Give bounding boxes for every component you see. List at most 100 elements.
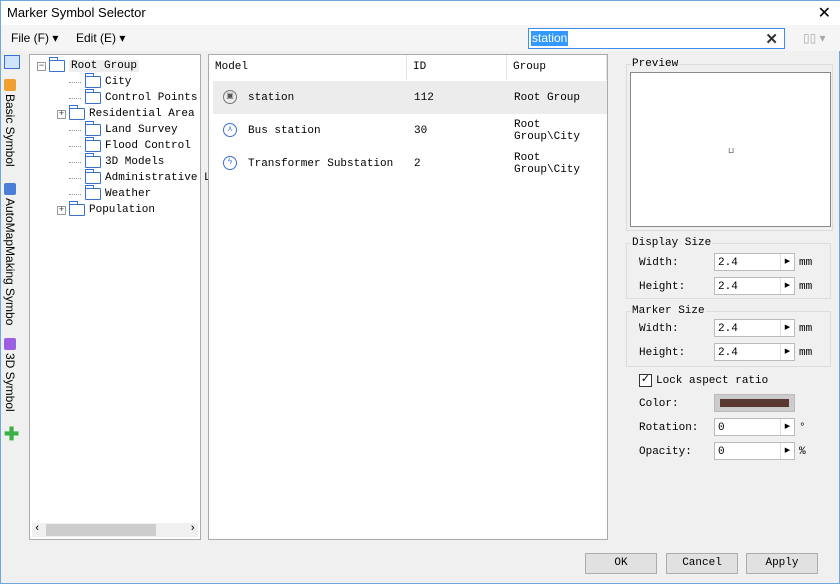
tab-automapmaking-symbol[interactable]: AutoMapMaking Symbo [3, 183, 17, 325]
bus-station-icon: ⋏ [223, 123, 237, 137]
clear-search-icon[interactable]: ✕ [765, 30, 778, 48]
table-row[interactable]: ⋏ Bus station 30 Root Group\City [213, 114, 607, 147]
spin-arrow-icon[interactable]: ▶ [780, 278, 794, 294]
tab-label: AutoMapMaking Symbo [3, 198, 17, 326]
tree-node[interactable]: Control Points [69, 89, 198, 106]
opacity-label: Opacity: [639, 446, 692, 458]
apply-button[interactable]: Apply [746, 553, 818, 574]
spin-arrow-icon[interactable]: ▶ [780, 254, 794, 270]
display-width-label: Width: [639, 257, 679, 269]
marker-height-spinner[interactable]: 2.4 ▶ [714, 343, 795, 361]
display-width-unit: mm [799, 257, 813, 269]
tree-node-label: Control Points [105, 92, 198, 104]
tree-line [69, 177, 81, 179]
spin-arrow-icon[interactable]: ▶ [780, 419, 794, 435]
marker-width-spinner[interactable]: 2.4 ▶ [714, 319, 795, 337]
tab-3d-symbol[interactable]: 3D Symbol [3, 338, 17, 412]
horizontal-scrollbar[interactable]: ‹ › [32, 523, 198, 537]
tree-node[interactable]: + Population [57, 201, 156, 218]
cancel-button[interactable]: Cancel [666, 553, 738, 574]
expand-icon[interactable]: + [57, 205, 66, 215]
display-height-spinner[interactable]: 2.4 ▶ [714, 277, 795, 295]
color-swatch [720, 399, 789, 407]
tree-line [69, 81, 81, 83]
search-box[interactable]: station ✕ [528, 28, 785, 49]
marker-size-label: Marker Size [632, 305, 705, 317]
column-header-id[interactable]: ID [407, 55, 507, 80]
group-tree: − Root Group City Control Points + Residenti… [29, 54, 224, 540]
table-row[interactable]: ▣ station 112 Root Group [213, 81, 607, 114]
tree-node[interactable]: Flood Control [69, 137, 191, 154]
color-picker[interactable] [714, 394, 795, 412]
opacity-unit: % [799, 446, 806, 458]
opacity-input[interactable]: 0 [718, 445, 778, 459]
tree-line [69, 145, 81, 147]
tree-node-label: 3D Models [105, 156, 165, 168]
title-bar: Marker Symbol Selector ✕ [1, 1, 840, 25]
spin-arrow-icon[interactable]: ▶ [780, 320, 794, 336]
folder-icon [85, 169, 101, 184]
tree-node-root[interactable]: − Root Group [37, 57, 140, 74]
cell-id: 112 [414, 92, 434, 104]
tab-basic-symbol[interactable]: Basic Symbol [3, 79, 17, 167]
tree-line [69, 129, 81, 131]
column-header-group[interactable]: Group [507, 55, 607, 80]
scroll-right-icon[interactable]: › [189, 523, 196, 535]
menu-file[interactable]: File (F) ▾ [11, 31, 58, 45]
cell-group: Root Group [514, 92, 581, 104]
collapse-icon[interactable]: − [37, 61, 46, 71]
close-icon[interactable]: ✕ [818, 3, 831, 23]
rotation-input[interactable]: 0 [718, 421, 778, 435]
folder-icon [85, 185, 101, 200]
display-width-spinner[interactable]: 2.4 ▶ [714, 253, 795, 271]
symbol-library-tabs: Basic Symbol AutoMapMaking Symbo 3D Symb… [1, 53, 25, 543]
preview-label: Preview [632, 58, 679, 70]
tree-node[interactable]: Land Survey [69, 121, 178, 138]
cell-model: Transformer Substation [248, 158, 394, 170]
scrollbar-thumb[interactable] [46, 524, 156, 536]
column-header-model[interactable]: Model [209, 55, 407, 80]
tree-line [69, 97, 81, 99]
checkbox-icon[interactable]: ✓ [639, 374, 652, 387]
marker-width-unit: mm [799, 323, 813, 335]
menu-file-label: File (F) [11, 31, 49, 45]
folder-view-icon[interactable] [4, 55, 20, 69]
lock-aspect-checkbox[interactable]: ✓ Lock aspect ratio [639, 374, 768, 387]
tree-node[interactable]: Administrative Lev [69, 169, 224, 186]
rotation-spinner[interactable]: 0 ▶ [714, 418, 795, 436]
menu-edit-label: Edit (E) [76, 31, 117, 45]
tree-node[interactable]: 3D Models [69, 153, 165, 170]
marker-height-unit: mm [799, 347, 813, 359]
folder-icon [49, 57, 65, 72]
bus-icon: ▣ [223, 90, 237, 104]
add-library-icon[interactable]: ✚ [4, 425, 19, 443]
lightning-icon: ϟ [223, 156, 237, 170]
cell-id: 2 [414, 158, 421, 170]
tree-node-label: Weather [105, 188, 152, 200]
tree-node-label: Population [89, 204, 156, 216]
table-row[interactable]: ϟ Transformer Substation 2 Root Group\City [213, 147, 607, 180]
scroll-left-icon[interactable]: ‹ [34, 523, 41, 535]
display-width-input[interactable]: 2.4 [718, 256, 778, 270]
menu-edit[interactable]: Edit (E) ▾ [76, 31, 125, 45]
search-input[interactable]: station [531, 31, 569, 46]
library-icon [4, 338, 16, 350]
view-mode-icon[interactable]: ▯▯ ▾ [803, 31, 826, 45]
bus-icon: ⊔ [728, 146, 735, 155]
spin-arrow-icon[interactable]: ▶ [780, 344, 794, 360]
spin-arrow-icon[interactable]: ▶ [780, 443, 794, 459]
display-height-input[interactable]: 2.4 [718, 280, 778, 294]
tree-node[interactable]: Weather [69, 185, 152, 202]
ok-button[interactable]: OK [585, 553, 657, 574]
library-icon [4, 79, 16, 91]
expand-icon[interactable]: + [57, 109, 66, 119]
folder-icon [69, 105, 85, 120]
opacity-spinner[interactable]: 0 ▶ [714, 442, 795, 460]
cell-model: Bus station [248, 125, 321, 137]
tree-node[interactable]: City [69, 73, 131, 90]
display-height-label: Height: [639, 281, 686, 293]
marker-width-input[interactable]: 2.4 [718, 322, 778, 336]
tree-node[interactable]: + Residential Area [57, 105, 195, 122]
tree-node-label: Land Survey [105, 124, 178, 136]
marker-height-input[interactable]: 2.4 [718, 346, 778, 360]
